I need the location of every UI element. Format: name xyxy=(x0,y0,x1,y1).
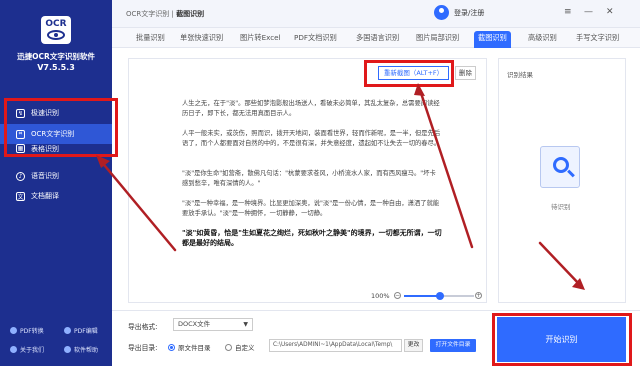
zoom-slider-handle[interactable] xyxy=(436,292,444,300)
info-icon xyxy=(10,346,17,353)
format-select[interactable]: DOCX文件 ▼ xyxy=(173,318,253,331)
close-icon[interactable]: ✕ xyxy=(606,7,614,17)
doc-paragraph-bold: "淡"如黄昏，恰是"生如夏花之绚烂，死如秋叶之静美"的境界，一切都无所谓，一切都… xyxy=(182,229,442,247)
pdf-edit-link[interactable]: PDF编辑 xyxy=(64,326,98,335)
edit-icon xyxy=(64,327,71,334)
zoom-in-icon[interactable]: + xyxy=(475,292,482,299)
tab-advanced[interactable]: 高级识别 xyxy=(524,31,561,48)
zoom-level: 100% xyxy=(371,292,390,300)
magnifier-document-icon xyxy=(540,146,580,188)
sidebar-item-translate[interactable]: 文 文档翻译 xyxy=(0,186,112,206)
title-bar: OCR文字识别 | 截图识别 登录/注册 ≡ — ✕ xyxy=(112,0,640,28)
output-path-field[interactable]: C:\Users\ADMINI~1\AppData\Local\Temp\ xyxy=(269,339,402,352)
about-link[interactable]: 关于我们 xyxy=(10,345,44,354)
format-label: 导出格式: xyxy=(128,323,158,331)
footer-label: 关于我们 xyxy=(20,347,45,354)
tab-screenshot[interactable]: 截图识别 xyxy=(474,31,511,48)
app-logo: OCR xyxy=(41,16,71,44)
tab-bar: 批量识别 单张快速识别 图片转Excel PDF文档识别 多国语言识别 图片局部… xyxy=(112,28,640,48)
radio-source-dir[interactable]: 原文件目录 xyxy=(168,342,211,352)
help-icon xyxy=(64,346,71,353)
radio-label: 原文件目录 xyxy=(178,344,211,352)
zoom-label: 100% xyxy=(371,292,390,300)
login-button[interactable]: 登录/注册 xyxy=(434,5,484,20)
app-name: 迅捷OCR文字识别软件 xyxy=(17,52,95,61)
sidebar-item-voice[interactable]: ♪ 语音识别 xyxy=(0,166,112,186)
app-version: V7.5.5.3 xyxy=(37,63,75,72)
menu-icon[interactable]: ≡ xyxy=(564,7,572,17)
breadcrumb-current: 截图识别 xyxy=(176,10,205,18)
tab-image-excel[interactable]: 图片转Excel xyxy=(236,31,285,48)
sidebar-item-label: 语音识别 xyxy=(31,172,59,180)
annotation-box-nav xyxy=(4,98,118,157)
eye-icon xyxy=(47,30,65,40)
result-title: 识别结果 xyxy=(507,71,533,79)
pdf-convert-link[interactable]: PDF转换 xyxy=(10,326,44,335)
minimize-icon[interactable]: — xyxy=(584,7,593,17)
footer-label: PDF编辑 xyxy=(74,328,98,335)
pdf-icon xyxy=(10,327,17,334)
zoom-out-icon[interactable]: − xyxy=(394,292,401,299)
tab-pdf[interactable]: PDF文档识别 xyxy=(290,31,341,48)
radio-unchecked-icon xyxy=(225,343,232,351)
translate-icon: 文 xyxy=(16,191,25,201)
footer-label: 软件帮助 xyxy=(74,347,99,354)
user-icon xyxy=(434,5,449,20)
doc-paragraph: "淡"是一种幸福，是一种境界。比显更加深奥，说"淡"是一份心情，是一种自由，潇洒… xyxy=(182,200,440,217)
logo-text: OCR xyxy=(45,19,67,29)
doc-paragraph: "淡"是你生命"如营斋，散佛凡句话："杭蒙要求苍风，小桥流水人家，而有西风瘦马。… xyxy=(182,170,436,187)
sidebar-item-label: 文档翻译 xyxy=(31,192,59,200)
tab-handwriting[interactable]: 手写文字识别 xyxy=(572,31,623,48)
tab-partial[interactable]: 图片局部识别 xyxy=(412,31,463,48)
tab-single[interactable]: 单张快速识别 xyxy=(176,31,227,48)
pending-status: 待识别 xyxy=(551,203,571,211)
radio-label: 自定义 xyxy=(235,344,255,352)
chevron-down-icon: ▼ xyxy=(243,321,248,328)
help-link[interactable]: 软件帮助 xyxy=(64,345,98,354)
radio-custom-dir[interactable]: 自定义 xyxy=(225,342,255,352)
footer-label: PDF转换 xyxy=(20,328,44,335)
tab-batch[interactable]: 批量识别 xyxy=(132,31,169,48)
breadcrumb: OCR文字识别 | 截图识别 xyxy=(126,9,204,19)
breadcrumb-separator: | xyxy=(171,10,174,18)
mic-icon: ♪ xyxy=(16,171,25,181)
annotation-box-start xyxy=(492,313,632,366)
format-value: DOCX文件 xyxy=(178,320,211,328)
doc-paragraph: 人平一般未实，或茨伤，照而识，拨开天地间，装面看世界，轻而作新呢，是一半，但是先… xyxy=(182,130,441,147)
delete-button[interactable]: 删除 xyxy=(455,66,476,80)
annotation-box-recapture xyxy=(364,60,454,87)
sidebar: OCR 迅捷OCR文字识别软件 V7.5.5.3 ↯ 极速识别 ⌗ OCR文字识… xyxy=(0,0,112,366)
doc-paragraph: 人生之无，在于"淡"。那些如梦泡影般出场送人，看破未必简单，其乱太复杂，总需要阅… xyxy=(182,100,440,117)
dir-label: 导出目录: xyxy=(128,344,158,352)
radio-checked-icon xyxy=(168,343,175,351)
change-dir-button[interactable]: 更改 xyxy=(404,339,423,352)
breadcrumb-root[interactable]: OCR文字识别 xyxy=(126,10,169,18)
login-label: 登录/注册 xyxy=(454,8,485,17)
tab-multilang[interactable]: 多国语言识别 xyxy=(352,31,403,48)
open-folder-button[interactable]: 打开文件目录 xyxy=(430,339,476,352)
